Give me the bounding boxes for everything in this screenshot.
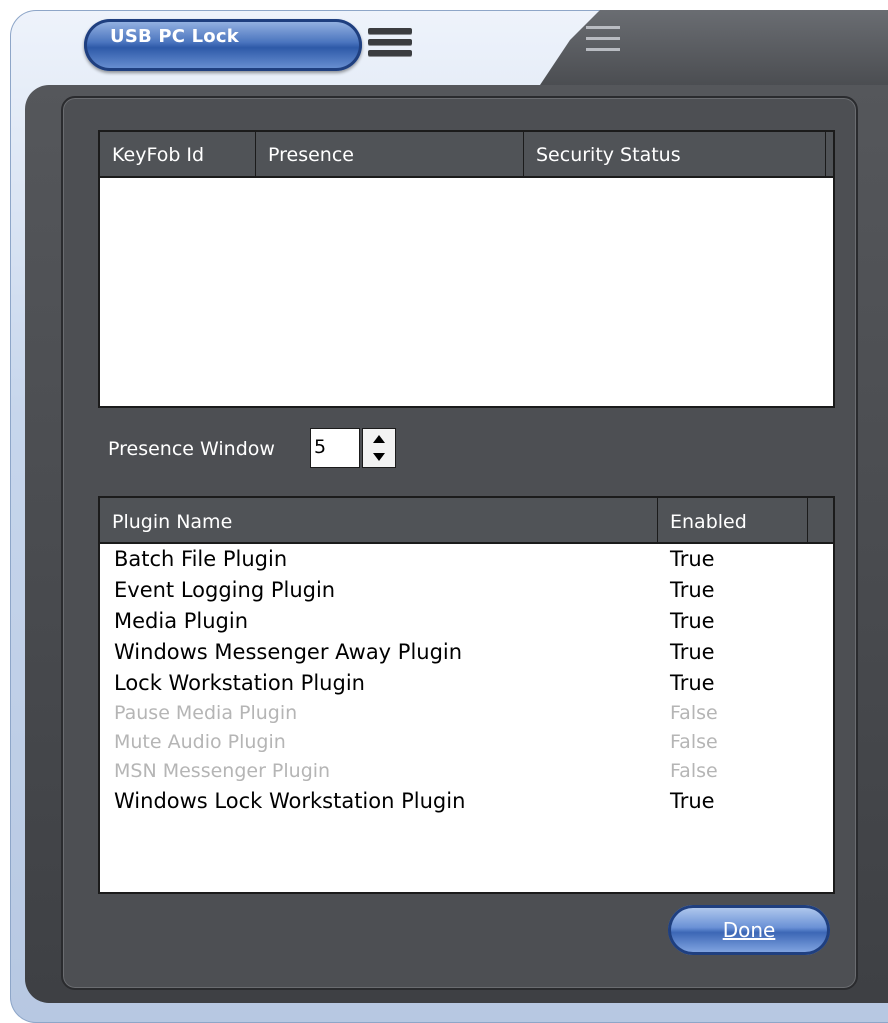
table-row[interactable]: Mute Audio Plugin False xyxy=(100,728,833,757)
plugin-table-header: Plugin Name Enabled xyxy=(100,498,833,544)
plugin-enabled: True xyxy=(670,609,715,633)
plugin-enabled: True xyxy=(670,547,715,571)
plugin-name: Pause Media Plugin xyxy=(114,702,298,724)
table-row[interactable]: Windows Messenger Away Plugin True xyxy=(100,637,833,668)
plugin-name: Event Logging Plugin xyxy=(114,578,336,602)
table-row[interactable]: Media Plugin True xyxy=(100,606,833,637)
plugin-name: Windows Messenger Away Plugin xyxy=(114,640,463,664)
plugin-enabled: False xyxy=(670,731,718,753)
plugin-name: Mute Audio Plugin xyxy=(114,731,286,753)
done-button[interactable]: Done xyxy=(668,905,830,955)
column-header-keyfob-id[interactable]: KeyFob Id xyxy=(100,132,256,176)
column-header-enabled[interactable]: Enabled xyxy=(658,498,808,542)
presence-window-spinner[interactable] xyxy=(362,428,396,468)
presence-window-input[interactable]: 5 xyxy=(310,428,360,468)
menu-icon[interactable] xyxy=(368,28,412,62)
keyfob-table-header: KeyFob Id Presence Security Status xyxy=(100,132,833,178)
plugin-name: Lock Workstation Plugin xyxy=(114,671,365,695)
column-header-presence[interactable]: Presence xyxy=(256,132,524,176)
column-header-plugin-name[interactable]: Plugin Name xyxy=(100,498,658,542)
plugin-enabled: True xyxy=(670,640,715,664)
plugin-rows: Batch File Plugin True Event Logging Plugi… xyxy=(100,544,833,817)
plugin-enabled: False xyxy=(670,702,718,724)
window-title: USB PC Lock xyxy=(110,26,239,47)
plugin-name: Batch File Plugin xyxy=(114,547,288,571)
plugin-enabled: False xyxy=(670,760,718,782)
plugin-name: MSN Messenger Plugin xyxy=(114,760,331,782)
table-row[interactable]: Batch File Plugin True xyxy=(100,544,833,575)
presence-window-label: Presence Window xyxy=(108,438,275,460)
keyfob-table[interactable]: KeyFob Id Presence Security Status xyxy=(98,130,835,408)
plugin-name: Windows Lock Workstation Plugin xyxy=(114,789,466,813)
column-header-security-status[interactable]: Security Status xyxy=(524,132,826,176)
done-button-label: Done xyxy=(722,918,776,942)
plugin-enabled: True xyxy=(670,578,715,602)
title-decoration-icon xyxy=(586,26,620,62)
spin-down-icon[interactable] xyxy=(373,453,385,461)
spin-up-icon[interactable] xyxy=(373,435,385,443)
table-row[interactable]: Pause Media Plugin False xyxy=(100,699,833,728)
plugin-name: Media Plugin xyxy=(114,609,249,633)
table-row[interactable]: Event Logging Plugin True xyxy=(100,575,833,606)
table-row[interactable]: MSN Messenger Plugin False xyxy=(100,757,833,786)
plugin-enabled: True xyxy=(670,789,715,813)
plugin-table[interactable]: Plugin Name Enabled Batch File Plugin Tru… xyxy=(98,496,835,894)
table-row[interactable]: Lock Workstation Plugin True xyxy=(100,668,833,699)
table-row[interactable]: Windows Lock Workstation Plugin True xyxy=(100,786,833,817)
plugin-enabled: True xyxy=(670,671,715,695)
